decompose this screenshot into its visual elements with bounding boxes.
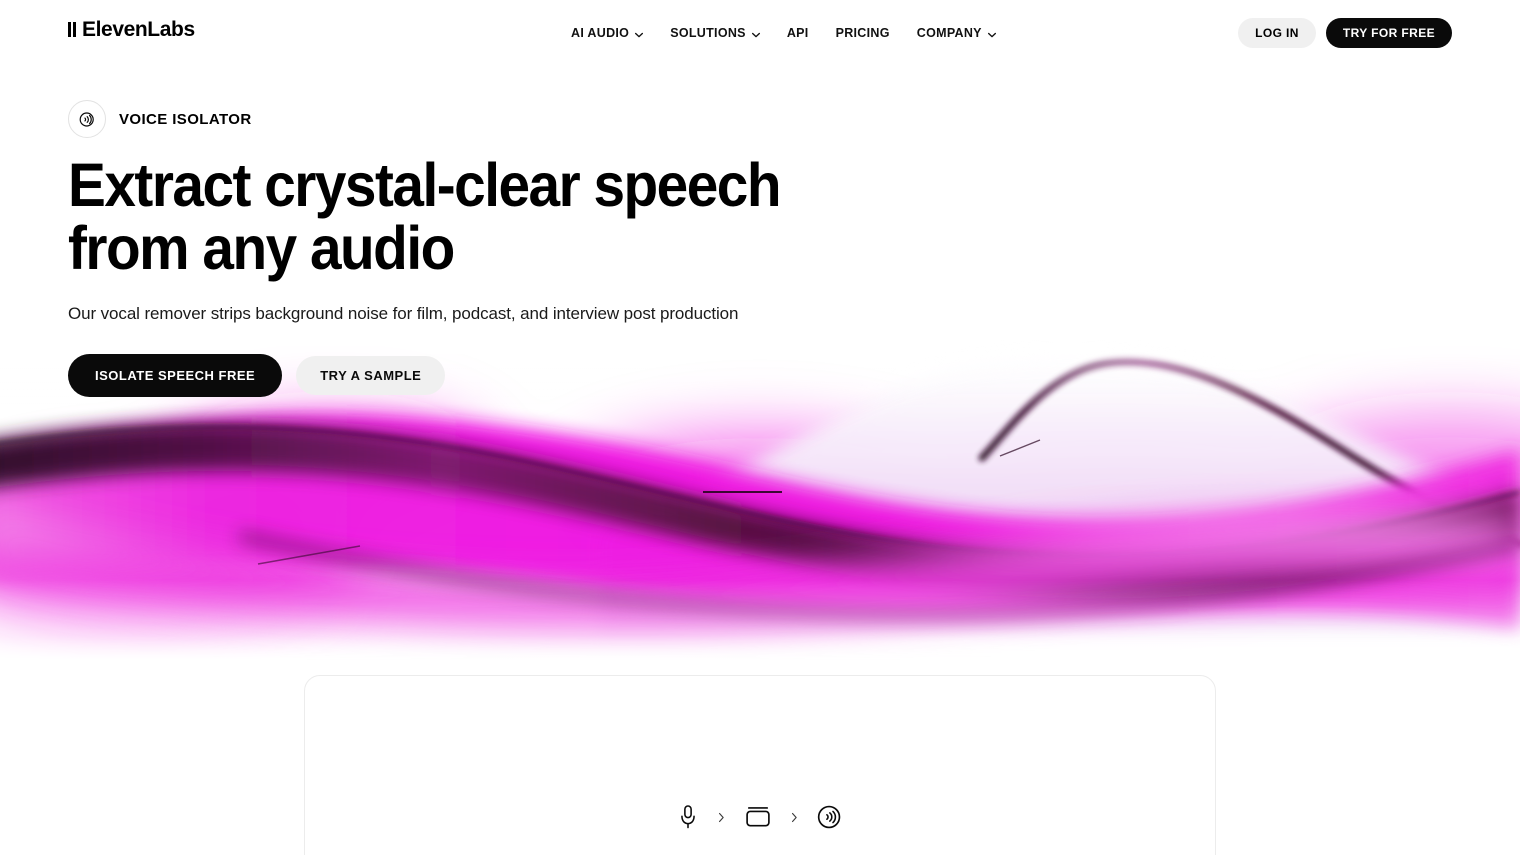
nav-label: AI AUDIO	[571, 26, 630, 40]
chevron-right-icon	[790, 811, 799, 824]
wave-bottom-fade	[0, 580, 1520, 660]
microphone-icon	[677, 804, 699, 830]
nav-item-ai-audio[interactable]: AI AUDIO	[571, 23, 644, 43]
isolator-dropzone[interactable]	[304, 675, 1216, 855]
hero-cta-row: ISOLATE SPEECH FREE TRY A SAMPLE	[68, 354, 968, 398]
nav-item-pricing[interactable]: PRICING	[836, 23, 890, 43]
site-header: ElevenLabs AI AUDIO SOLUTIONS API PRICIN…	[0, 0, 1520, 64]
product-eyebrow: VOICE ISOLATOR	[68, 100, 968, 138]
eyebrow-label: VOICE ISOLATOR	[119, 110, 252, 128]
isolator-flow	[305, 804, 1215, 830]
eleven-bars-logo-icon	[68, 18, 79, 42]
auth-actions: LOG IN TRY FOR FREE	[1238, 18, 1452, 48]
wave-hairline-c	[999, 439, 1041, 457]
brand-logo[interactable]: ElevenLabs	[68, 18, 195, 42]
wave-magenta-body	[0, 414, 1520, 630]
nav-item-company[interactable]: COMPANY	[917, 23, 996, 43]
try-for-free-button[interactable]: TRY FOR FREE	[1325, 18, 1452, 48]
wave-hairline-b	[257, 545, 361, 565]
nav-label: COMPANY	[916, 26, 982, 40]
hero-section: VOICE ISOLATOR Extract crystal-clear spe…	[68, 100, 968, 398]
chevron-right-icon	[717, 811, 726, 824]
nav-label: PRICING	[835, 26, 890, 40]
wave-under-shadow	[239, 531, 1520, 621]
page-title: Extract crystal-clear speech from any au…	[68, 151, 782, 282]
wave-ridge-right	[978, 358, 1520, 548]
wave-dark-band	[0, 422, 1520, 599]
main-navigation: AI AUDIO SOLUTIONS API PRICING COMPANY	[571, 23, 996, 43]
chevron-down-icon	[634, 30, 644, 39]
chevron-down-icon	[751, 30, 760, 39]
chevron-down-icon	[987, 30, 996, 39]
log-in-button[interactable]: LOG IN	[1238, 18, 1316, 48]
nav-item-api[interactable]: API	[787, 23, 809, 43]
try-a-sample-button[interactable]: TRY A SAMPLE	[296, 356, 446, 396]
nav-label: SOLUTIONS	[670, 26, 746, 40]
wave-edge-highlight	[0, 425, 1520, 558]
nav-label: API	[786, 26, 809, 40]
nav-item-solutions[interactable]: SOLUTIONS	[670, 23, 760, 43]
wave-bloom-layer	[0, 413, 1520, 640]
wave-lower-lobe	[0, 508, 1520, 640]
hero-subtitle: Our vocal remover strips background nois…	[68, 303, 739, 323]
brand-name: ElevenLabs	[82, 18, 195, 41]
voice-isolator-waves-icon	[68, 100, 106, 138]
page-root: ElevenLabs AI AUDIO SOLUTIONS API PRICIN…	[0, 0, 1520, 855]
isolated-audio-icon	[817, 804, 843, 830]
isolate-speech-free-button[interactable]: ISOLATE SPEECH FREE	[68, 354, 283, 398]
media-card-icon	[744, 805, 772, 829]
